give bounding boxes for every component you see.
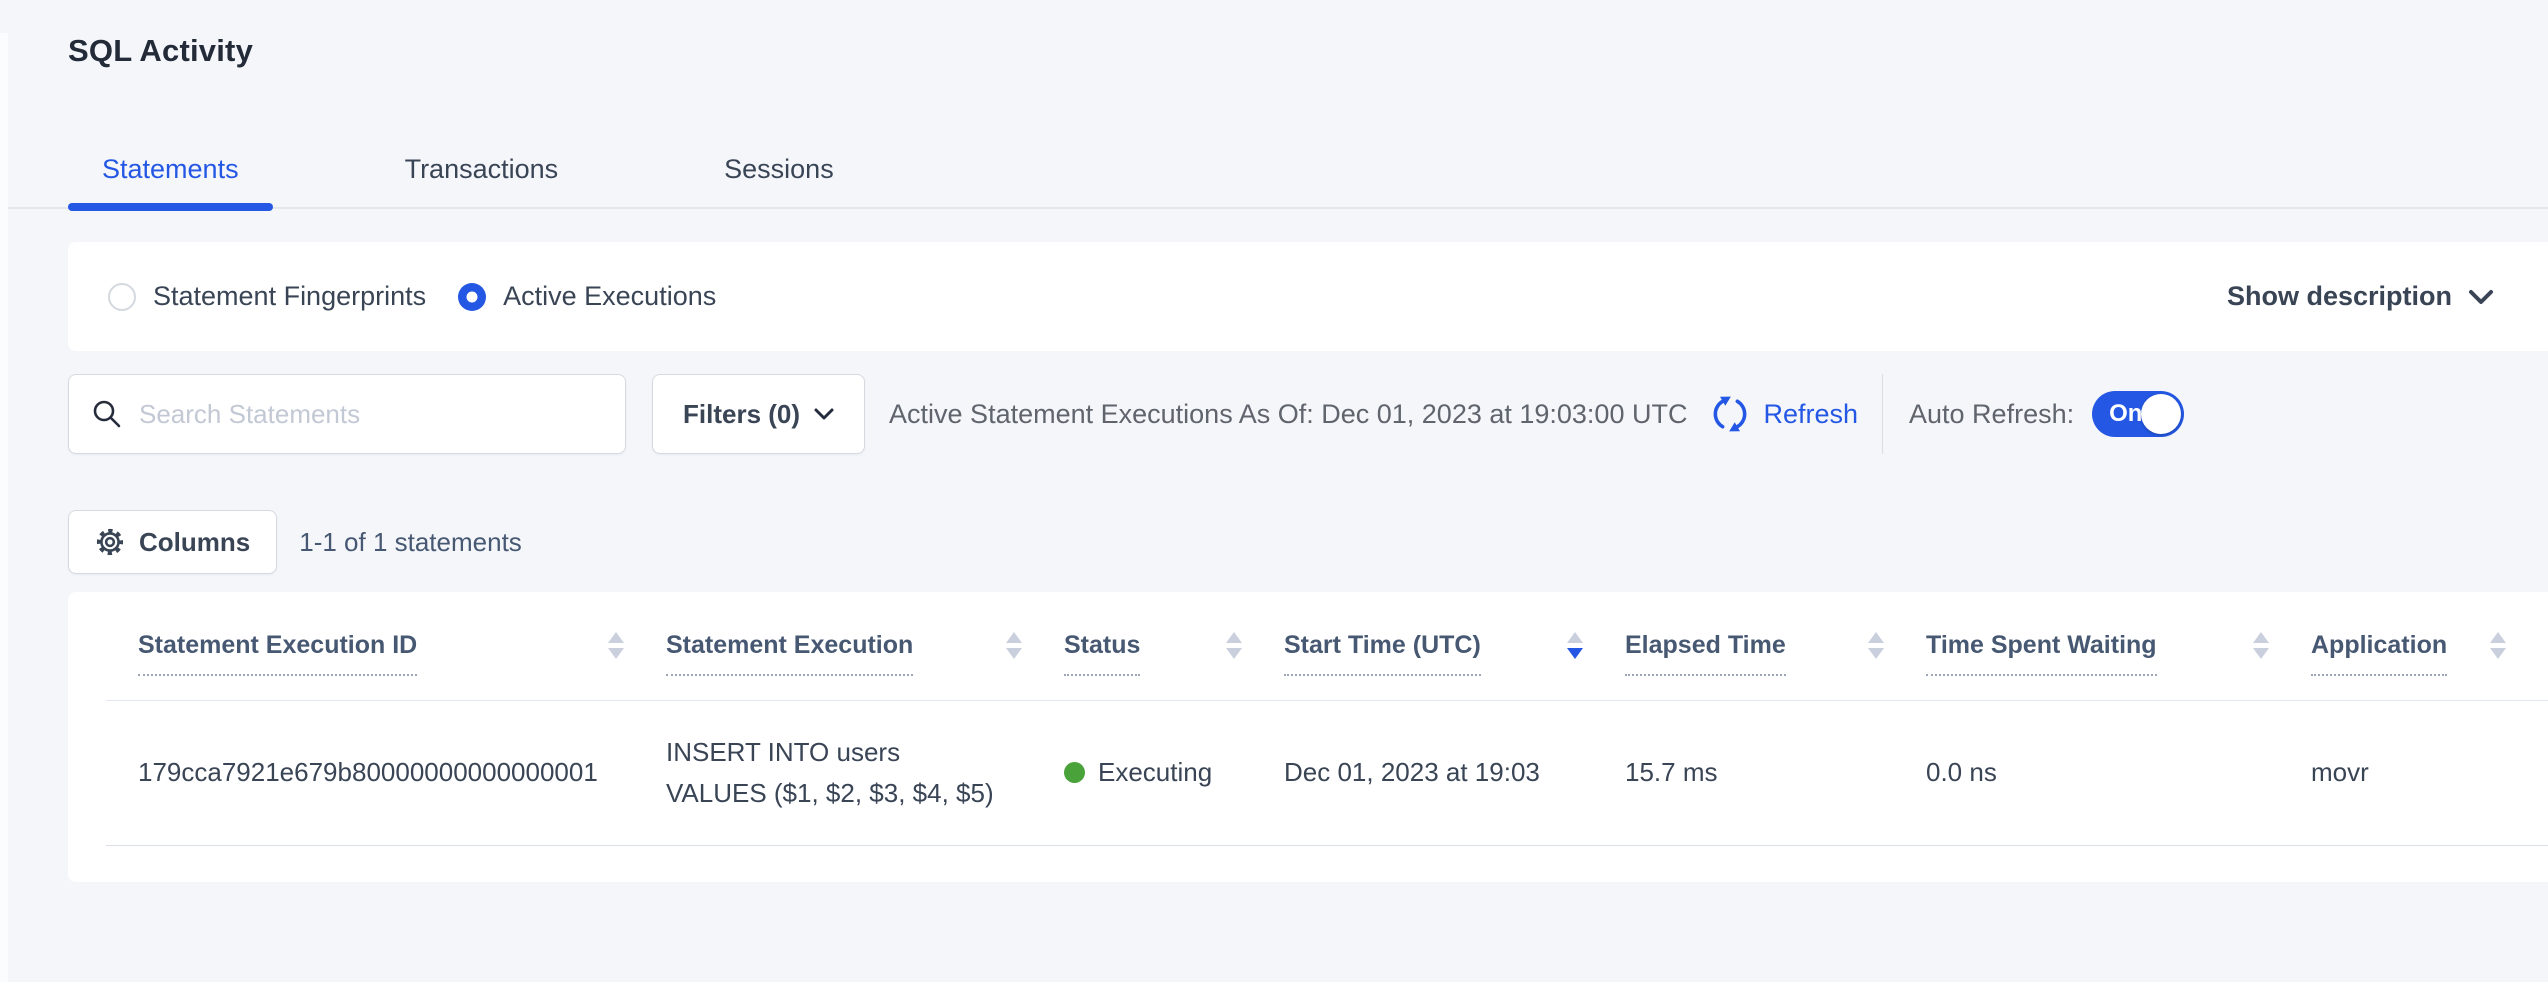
toolbar-divider: [1882, 374, 1883, 454]
column-header-statement-execution[interactable]: Statement Execution: [666, 592, 1064, 700]
active-executions-table: Statement Execution ID Statement Executi…: [106, 592, 2548, 846]
sort-icon[interactable]: [2490, 632, 2506, 659]
status-label: Executing: [1098, 757, 1212, 788]
gear-icon: [95, 527, 125, 557]
column-header-status[interactable]: Status: [1064, 592, 1284, 700]
radio-circle-selected-icon[interactable]: [458, 283, 486, 311]
show-description-toggle[interactable]: Show description: [2227, 281, 2494, 312]
sort-icon[interactable]: [608, 632, 624, 659]
columns-button-label: Columns: [139, 527, 250, 558]
tab-statements[interactable]: Statements: [68, 154, 273, 207]
view-mode-card: Statement Fingerprints Active Executions…: [68, 242, 2548, 351]
auto-refresh-label: Auto Refresh:: [1909, 399, 2074, 430]
refresh-label: Refresh: [1763, 399, 1858, 430]
page-title: SQL Activity: [68, 33, 2548, 69]
search-box[interactable]: [68, 374, 626, 454]
cell-status: Executing: [1064, 700, 1284, 845]
column-header-statement-execution-id[interactable]: Statement Execution ID: [106, 592, 666, 700]
column-header-time-spent-waiting[interactable]: Time Spent Waiting: [1926, 592, 2311, 700]
columns-button[interactable]: Columns: [68, 510, 277, 574]
filters-button[interactable]: Filters (0): [652, 374, 865, 454]
cell-elapsed-time: 15.7 ms: [1625, 700, 1926, 845]
show-description-label: Show description: [2227, 281, 2452, 312]
filters-label: Filters (0): [683, 399, 800, 430]
sort-icon[interactable]: [1868, 632, 1884, 659]
search-input[interactable]: [139, 399, 603, 430]
tab-bar: Statements Transactions Sessions: [0, 154, 2548, 209]
radio-circle-icon[interactable]: [108, 283, 136, 311]
radio-active-executions[interactable]: Active Executions: [458, 281, 716, 312]
sort-icon[interactable]: [2253, 632, 2269, 659]
toolbar: Filters (0) Active Statement Executions …: [68, 374, 2548, 454]
tab-label: Sessions: [724, 154, 834, 184]
status-executing-dot-icon: [1064, 762, 1085, 783]
refresh-button[interactable]: Refresh: [1709, 393, 1858, 435]
chevron-down-icon: [2468, 289, 2494, 305]
radio-label: Statement Fingerprints: [153, 281, 426, 312]
column-header-elapsed-time[interactable]: Elapsed Time: [1625, 592, 1926, 700]
cell-statement: INSERT INTO users VALUES ($1, $2, $3, $4…: [666, 700, 1064, 845]
refresh-icon: [1709, 393, 1751, 435]
tab-transactions[interactable]: Transactions: [371, 154, 593, 207]
toggle-knob[interactable]: [2141, 394, 2181, 434]
tab-label: Transactions: [405, 154, 559, 184]
results-bar: Columns 1-1 of 1 statements: [68, 510, 2548, 574]
cell-time-spent-waiting: 0.0 ns: [1926, 700, 2311, 845]
toggle-state-label: On: [2109, 400, 2142, 428]
sort-icon[interactable]: [1226, 632, 1242, 659]
radio-statement-fingerprints[interactable]: Statement Fingerprints: [108, 281, 426, 312]
sort-icon-active-desc[interactable]: [1567, 632, 1583, 659]
table-header-row: Statement Execution ID Statement Executi…: [106, 592, 2548, 700]
radio-label: Active Executions: [503, 281, 716, 312]
cell-execution-id: 179cca7921e679b80000000000000001: [106, 700, 666, 845]
auto-refresh-toggle[interactable]: On: [2092, 391, 2184, 437]
statements-table-card: Statement Execution ID Statement Executi…: [68, 592, 2548, 882]
chevron-down-icon: [814, 408, 834, 421]
statements-count: 1-1 of 1 statements: [299, 527, 522, 558]
tab-label: Statements: [102, 154, 239, 184]
tab-sessions[interactable]: Sessions: [690, 154, 868, 207]
left-edge-strip: [0, 33, 8, 982]
search-icon: [91, 398, 123, 430]
table-row[interactable]: 179cca7921e679b80000000000000001 INSERT …: [106, 700, 2548, 845]
sort-icon[interactable]: [1006, 632, 1022, 659]
column-header-application[interactable]: Application: [2311, 592, 2548, 700]
column-header-start-time[interactable]: Start Time (UTC): [1284, 592, 1625, 700]
cell-application: movr: [2311, 700, 2548, 845]
cell-start-time: Dec 01, 2023 at 19:03: [1284, 700, 1625, 845]
as-of-text: Active Statement Executions As Of: Dec 0…: [889, 399, 1687, 430]
view-mode-radio-group: Statement Fingerprints Active Executions: [108, 281, 716, 312]
